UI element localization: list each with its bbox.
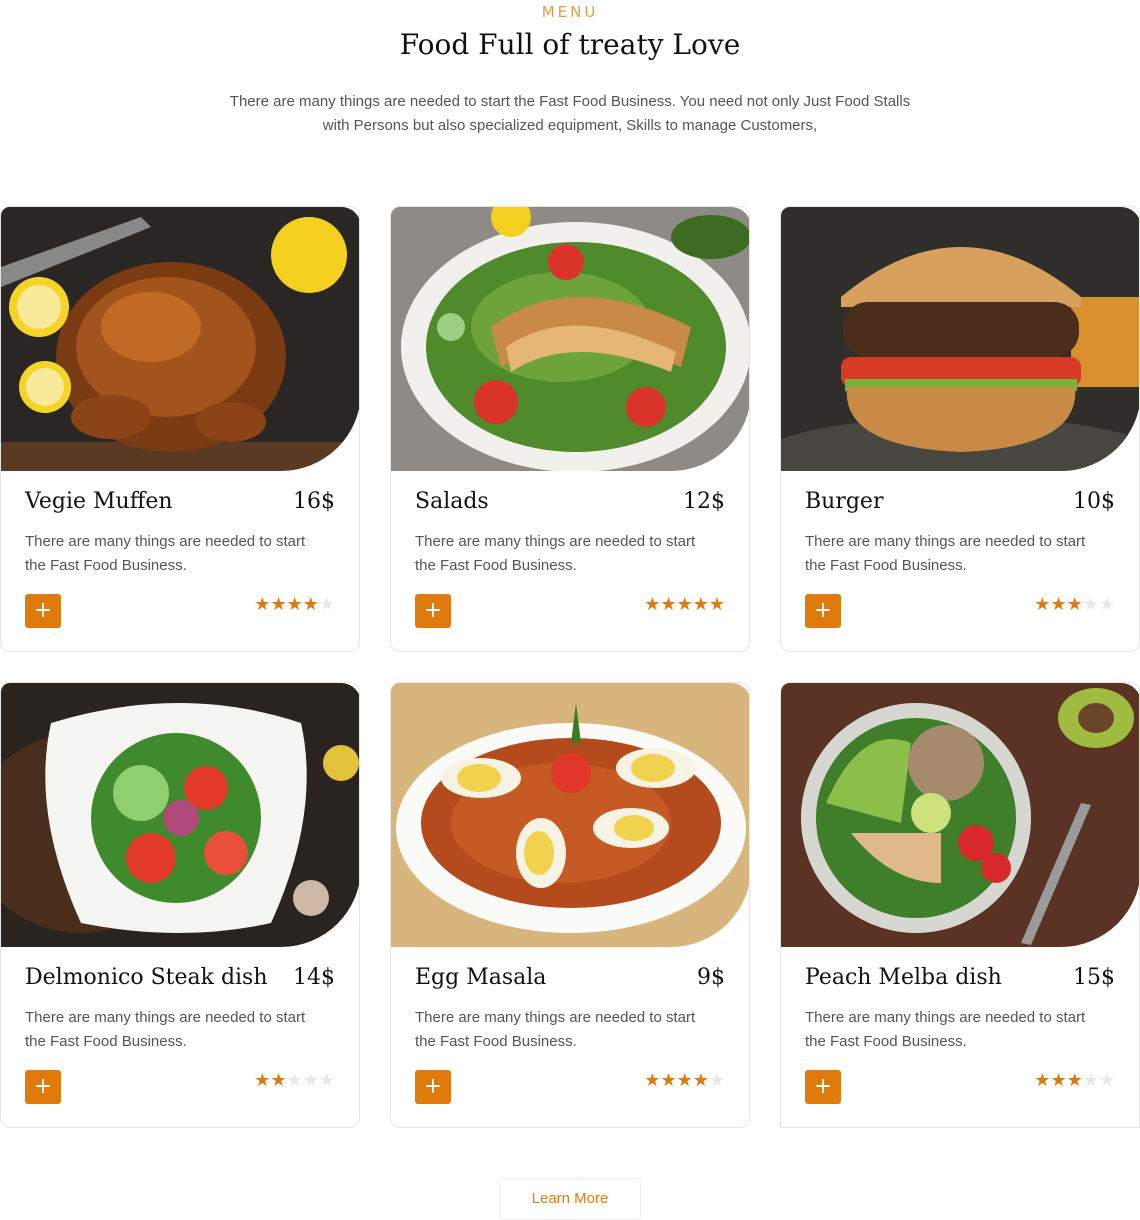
star-icon: ★ <box>1034 594 1051 615</box>
star-icon: ★ <box>302 1070 319 1091</box>
item-description: There are many things are needed to star… <box>25 1006 335 1054</box>
plus-icon: + <box>813 598 833 623</box>
star-icon: ★ <box>1066 594 1083 615</box>
add-to-cart-button[interactable]: + <box>415 1070 451 1104</box>
rating-stars: ★★★★★ <box>254 594 335 615</box>
desc-line-2: the Fast Food Business. <box>415 1033 577 1050</box>
star-icon: ★ <box>254 1070 271 1091</box>
menu-card: Vegie Muffen 16$ There are many things a… <box>0 206 360 652</box>
desc-line-2: the Fast Food Business. <box>25 557 187 574</box>
star-icon: ★ <box>286 594 303 615</box>
desc-line-1: There are many things are needed to star… <box>415 1009 696 1026</box>
desc-line-2: the Fast Food Business. <box>415 557 577 574</box>
plus-icon: + <box>423 598 443 623</box>
item-price: 14$ <box>293 965 335 990</box>
star-icon: ★ <box>708 1070 725 1091</box>
item-name: Delmonico Steak dish <box>25 965 268 990</box>
star-icon: ★ <box>676 594 693 615</box>
desc-line-1: There are many things are needed to star… <box>25 533 306 550</box>
menu-card: Peach Melba dish 15$ There are many thin… <box>780 682 1140 1128</box>
item-description: There are many things are needed to star… <box>415 1006 725 1054</box>
star-icon: ★ <box>1050 1070 1067 1091</box>
food-image-chicken-salad <box>391 207 749 471</box>
star-icon: ★ <box>660 594 677 615</box>
plus-icon: + <box>33 598 53 623</box>
intro-line-1: There are many things are needed to star… <box>229 93 911 110</box>
menu-card: Delmonico Steak dish 14$ There are many … <box>0 682 360 1128</box>
star-icon: ★ <box>1098 594 1115 615</box>
star-icon: ★ <box>692 1070 709 1091</box>
star-icon: ★ <box>708 594 725 615</box>
star-icon: ★ <box>286 1070 303 1091</box>
food-image-egg-masala <box>391 683 749 947</box>
desc-line-1: There are many things are needed to star… <box>415 533 696 550</box>
star-icon: ★ <box>1050 594 1067 615</box>
add-to-cart-button[interactable]: + <box>805 594 841 628</box>
add-to-cart-button[interactable]: + <box>415 594 451 628</box>
learn-more-button[interactable]: Learn More <box>499 1178 641 1220</box>
item-name: Egg Masala <box>415 965 547 990</box>
add-to-cart-button[interactable]: + <box>25 1070 61 1104</box>
section-title: Food Full of treaty Love <box>399 28 741 61</box>
food-image-roast-chicken <box>1 207 359 471</box>
menu-card: Salads 12$ There are many things are nee… <box>390 206 750 652</box>
rating-stars: ★★★★★ <box>644 594 725 615</box>
rating-stars: ★★★★★ <box>254 1070 335 1091</box>
menu-card: Burger 10$ There are many things are nee… <box>780 206 1140 652</box>
item-name: Peach Melba dish <box>805 965 1002 990</box>
star-icon: ★ <box>318 1070 335 1091</box>
star-icon: ★ <box>676 1070 693 1091</box>
desc-line-2: the Fast Food Business. <box>805 1033 967 1050</box>
desc-line-1: There are many things are needed to star… <box>805 533 1086 550</box>
item-name: Burger <box>805 489 884 514</box>
item-description: There are many things are needed to star… <box>805 530 1115 578</box>
item-name: Vegie Muffen <box>25 489 173 514</box>
intro-line-2: with Persons but also specialized equipm… <box>322 117 818 134</box>
item-price: 10$ <box>1073 489 1115 514</box>
plus-icon: + <box>33 1074 53 1099</box>
desc-line-2: the Fast Food Business. <box>25 1033 187 1050</box>
menu-card: Egg Masala 9$ There are many things are … <box>390 682 750 1128</box>
item-description: There are many things are needed to star… <box>25 530 335 578</box>
plus-icon: + <box>813 1074 833 1099</box>
rating-stars: ★★★★★ <box>1034 1070 1115 1091</box>
star-icon: ★ <box>1082 594 1099 615</box>
star-icon: ★ <box>270 1070 287 1091</box>
desc-line-1: There are many things are needed to star… <box>25 1009 306 1026</box>
section-eyebrow: MENU <box>541 3 599 21</box>
item-price: 15$ <box>1073 965 1115 990</box>
item-name: Salads <box>415 489 489 514</box>
food-image-burger <box>781 207 1139 471</box>
star-icon: ★ <box>302 594 319 615</box>
star-icon: ★ <box>318 594 335 615</box>
star-icon: ★ <box>1034 1070 1051 1091</box>
star-icon: ★ <box>1066 1070 1083 1091</box>
star-icon: ★ <box>1082 1070 1099 1091</box>
item-price: 12$ <box>683 489 725 514</box>
section-intro: There are many things are needed to star… <box>200 90 940 138</box>
item-price: 16$ <box>293 489 335 514</box>
rating-stars: ★★★★★ <box>1034 594 1115 615</box>
item-description: There are many things are needed to star… <box>805 1006 1115 1054</box>
star-icon: ★ <box>270 594 287 615</box>
item-price: 9$ <box>697 965 725 990</box>
rating-stars: ★★★★★ <box>644 1070 725 1091</box>
plus-icon: + <box>423 1074 443 1099</box>
desc-line-1: There are many things are needed to star… <box>805 1009 1086 1026</box>
food-image-vegetable-salad <box>1 683 359 947</box>
desc-line-2: the Fast Food Business. <box>805 557 967 574</box>
add-to-cart-button[interactable]: + <box>805 1070 841 1104</box>
star-icon: ★ <box>254 594 271 615</box>
star-icon: ★ <box>644 1070 661 1091</box>
add-to-cart-button[interactable]: + <box>25 594 61 628</box>
star-icon: ★ <box>660 1070 677 1091</box>
star-icon: ★ <box>644 594 661 615</box>
star-icon: ★ <box>692 594 709 615</box>
food-image-quinoa-bowl <box>781 683 1139 947</box>
item-description: There are many things are needed to star… <box>415 530 725 578</box>
star-icon: ★ <box>1098 1070 1115 1091</box>
